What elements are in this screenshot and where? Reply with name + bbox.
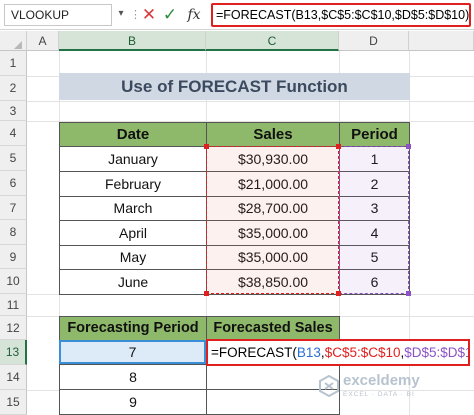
range-handle[interactable] <box>406 291 411 296</box>
formula-bar-grip-icon: ⋮ <box>130 6 141 24</box>
cell-forecast-period[interactable]: 9 <box>59 389 207 415</box>
cell-date[interactable]: June <box>59 269 207 295</box>
row-header-2[interactable]: 2 <box>0 76 27 101</box>
cell-date[interactable]: April <box>59 220 207 246</box>
name-box[interactable]: VLOOKUP <box>4 4 112 26</box>
range-handle[interactable] <box>204 144 209 149</box>
header-sales: Sales <box>206 122 340 147</box>
sheet-title: Use of FORECAST Function <box>59 73 410 100</box>
exceldemy-logo-icon <box>318 374 340 398</box>
column-header-b[interactable]: B <box>59 31 206 51</box>
row-header-6[interactable]: 6 <box>0 171 27 196</box>
cell-forecast-period[interactable]: 8 <box>59 364 207 390</box>
cell-date[interactable]: February <box>59 171 207 197</box>
header-forecasted-sales: Forecasted Sales <box>206 316 340 341</box>
formula-function-text: =FORECAST( <box>211 345 297 360</box>
column-header-e[interactable] <box>409 31 474 51</box>
formula-input[interactable]: =FORECAST(B13,$C$5:$C$10,$D$5:$D$10) <box>211 3 471 27</box>
watermark-tagline: EXCEL · DATA · BI <box>343 391 415 398</box>
cancel-icon[interactable]: ✕ <box>141 4 157 26</box>
row-header-10[interactable]: 10 <box>0 269 27 294</box>
cell-date[interactable]: May <box>59 245 207 270</box>
header-period: Period <box>339 122 410 147</box>
row-header-13[interactable]: 13 <box>0 340 27 365</box>
header-date: Date <box>59 122 207 147</box>
column-header-d[interactable]: D <box>339 31 409 51</box>
row-header-1[interactable]: 1 <box>0 51 27 76</box>
formula-ref-b13: B13 <box>296 345 321 360</box>
watermark-name: exceldemy <box>343 372 420 389</box>
sales-range-highlight <box>206 146 339 294</box>
cell-date[interactable]: January <box>59 146 207 172</box>
range-handle[interactable] <box>406 144 411 149</box>
row-header-9[interactable]: 9 <box>0 245 27 269</box>
row-header-7[interactable]: 7 <box>0 196 27 220</box>
row-header-15[interactable]: 15 <box>0 390 27 415</box>
period-range-highlight <box>339 146 409 294</box>
active-cell-period[interactable]: 7 <box>59 340 206 364</box>
row-header-11[interactable]: 11 <box>0 294 27 316</box>
formula-ref-period-range: $D$5:$D$10 <box>404 345 468 360</box>
range-handle[interactable] <box>336 144 341 149</box>
row-header-14[interactable]: 14 <box>0 365 27 390</box>
select-all-triangle-icon <box>14 41 22 49</box>
row-header-4[interactable]: 4 <box>0 121 27 146</box>
name-box-dropdown-icon[interactable]: ▾ <box>116 7 126 21</box>
cell-date[interactable]: March <box>59 196 207 221</box>
range-handle[interactable] <box>204 291 209 296</box>
column-header-c[interactable]: C <box>206 31 339 51</box>
header-forecasting-period: Forecasting Period <box>59 316 207 341</box>
row-header-5[interactable]: 5 <box>0 146 27 171</box>
editing-cell-formula[interactable]: =FORECAST(B13,$C$5:$C$10,$D$5:$D$10) <box>206 339 470 366</box>
insert-function-button[interactable]: fx <box>183 4 205 26</box>
row-header-8[interactable]: 8 <box>0 220 27 245</box>
column-header-a[interactable]: A <box>27 31 59 51</box>
formula-ref-sales-range: $C$5:$C$10 <box>324 345 401 360</box>
enter-check-icon[interactable]: ✓ <box>162 4 178 26</box>
row-header-12[interactable]: 12 <box>0 316 27 340</box>
range-handle[interactable] <box>336 291 341 296</box>
row-header-3[interactable]: 3 <box>0 101 27 121</box>
gridline <box>27 101 474 102</box>
